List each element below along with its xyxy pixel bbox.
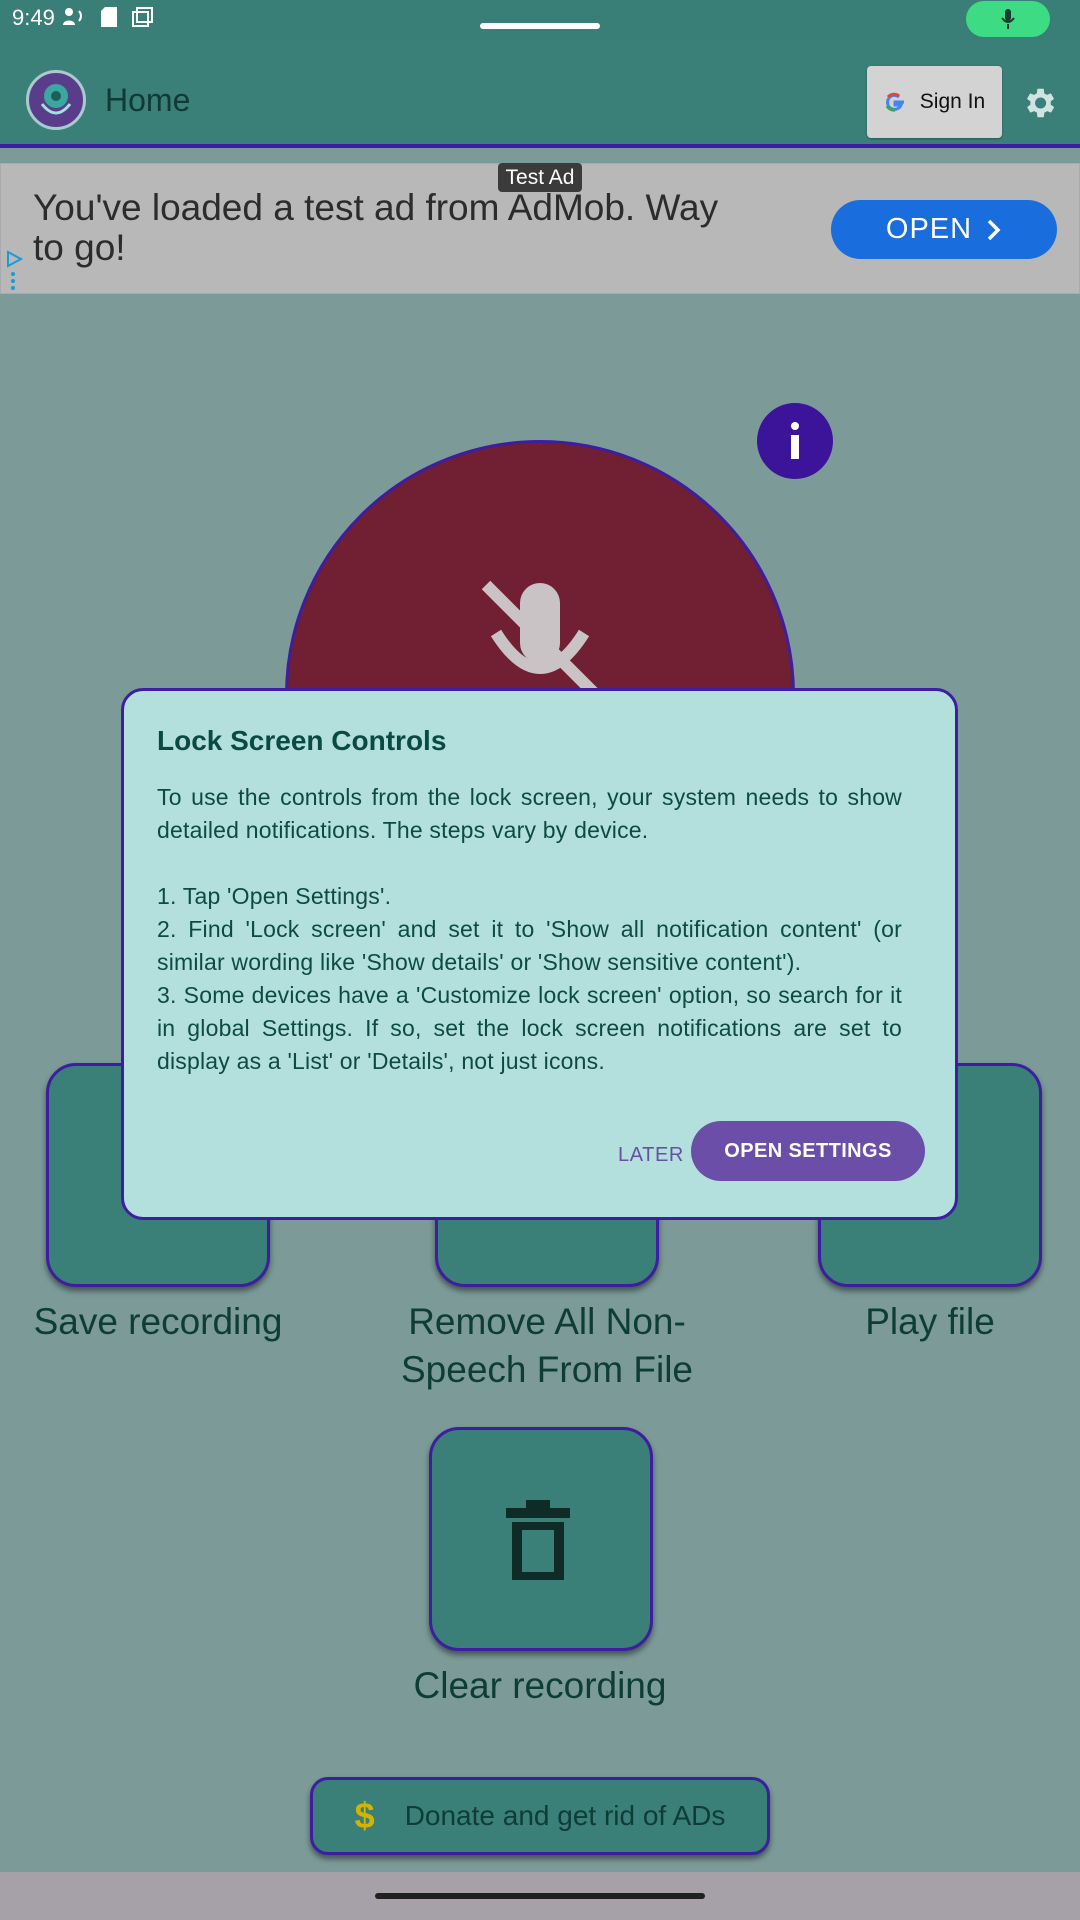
- play-file-label: Play file: [865, 1301, 995, 1342]
- ad-open-label: OPEN: [885, 213, 973, 245]
- test-ad-badge: Test Ad: [498, 163, 582, 192]
- navigation-bar: [0, 1872, 1080, 1920]
- google-sign-in-button[interactable]: Sign In: [867, 66, 1002, 138]
- sign-in-label: Sign In: [919, 90, 986, 113]
- donate-button[interactable]: $ Donate and get rid of ADs: [310, 1777, 770, 1855]
- clear-recording-label: Clear recording: [413, 1665, 667, 1706]
- app-bar: Home Sign In: [0, 40, 1080, 148]
- status-bar: 9:49: [0, 0, 1080, 40]
- mic-off-icon: [481, 580, 601, 700]
- settings-gear-icon[interactable]: [1020, 84, 1058, 122]
- screenshot-icon: [132, 7, 153, 27]
- ad-open-button[interactable]: OPEN: [831, 200, 1057, 259]
- home-gesture-handle[interactable]: [375, 1893, 705, 1899]
- microphone-icon: [1001, 9, 1015, 29]
- status-icons: [62, 6, 154, 28]
- dollar-icon: $: [354, 1795, 375, 1836]
- ad-text: You've loaded a test ad from AdMob. Way …: [33, 187, 719, 268]
- open-settings-button[interactable]: OPEN SETTINGS: [691, 1121, 925, 1181]
- info-icon: [791, 422, 799, 459]
- accessibility-icon: [63, 8, 82, 25]
- info-button[interactable]: [757, 403, 833, 479]
- google-icon: [885, 92, 904, 112]
- adchoices-icon[interactable]: [6, 250, 24, 290]
- dialog-body: To use the controls from the lock screen…: [157, 784, 902, 1074]
- mic-active-indicator: [966, 1, 1050, 37]
- later-button[interactable]: LATER: [604, 1125, 698, 1185]
- dialog-title: Lock Screen Controls: [157, 725, 447, 756]
- save-recording-label: Save recording: [33, 1301, 283, 1342]
- donate-label: Donate and get rid of ADs: [404, 1800, 726, 1831]
- clear-recording-button[interactable]: [429, 1427, 653, 1651]
- trash-icon: [506, 1500, 570, 1580]
- lock-screen-controls-dialog: Lock Screen Controls To use the controls…: [121, 688, 958, 1220]
- page-title: Home: [105, 82, 191, 118]
- logo-brain-icon: [40, 84, 72, 115]
- status-time: 9:49: [12, 5, 55, 30]
- chevron-right-icon: [987, 219, 1001, 240]
- status-handle: [480, 23, 600, 29]
- sd-card-icon: [101, 7, 117, 27]
- remove-non-speech-label: Remove All Non-Speech From File: [401, 1301, 693, 1390]
- app-logo: [26, 70, 86, 130]
